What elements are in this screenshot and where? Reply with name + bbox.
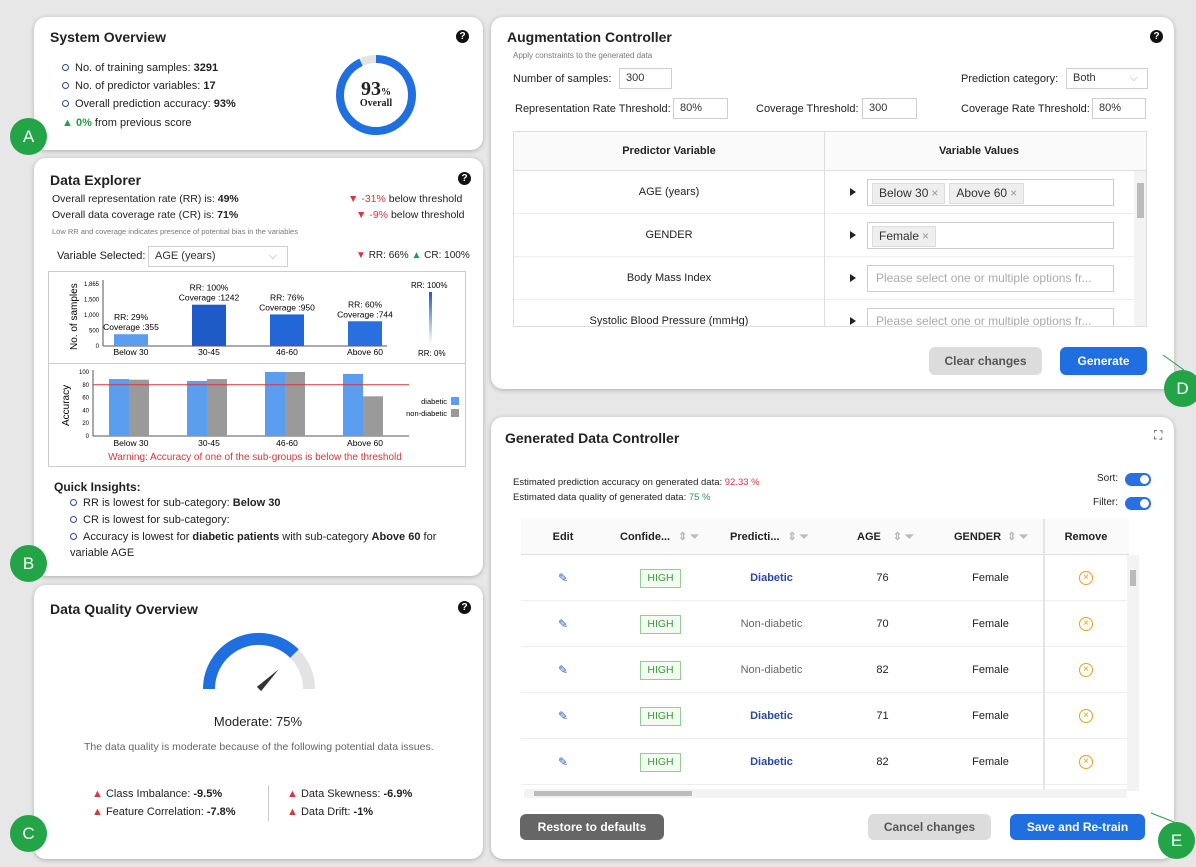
- marker-c: C: [10, 815, 47, 852]
- marker-e: E: [1158, 822, 1195, 859]
- marker-d: D: [1164, 370, 1196, 407]
- annotation-lines: [1150, 354, 1185, 823]
- marker-a: A: [10, 118, 47, 155]
- marker-b: B: [10, 545, 47, 582]
